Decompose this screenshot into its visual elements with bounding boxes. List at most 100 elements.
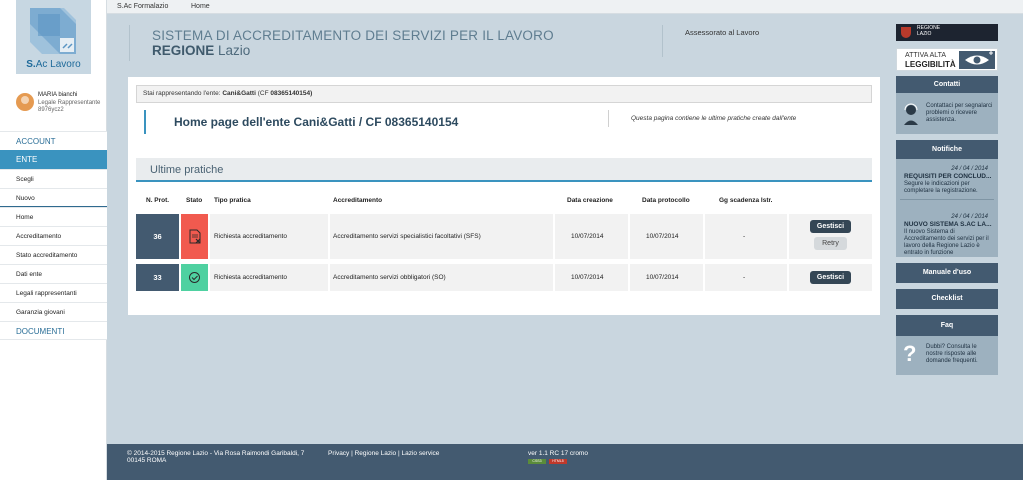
footer-copyright-line1: © 2014-2015 Regione Lazio - Via Rosa Rai… <box>127 450 305 457</box>
footer-version: ver 1.1 RC 17 cromo <box>528 450 588 457</box>
regione-crest-icon <box>901 27 911 38</box>
nav-documenti[interactable]: DOCUMENTI <box>0 321 107 340</box>
col-header-prot: N. Prot. <box>146 197 170 204</box>
document-error-icon <box>189 229 201 244</box>
row-tipo: Richiesta accreditamento <box>214 274 287 281</box>
home-link[interactable]: Home <box>191 3 210 10</box>
notification-divider <box>900 199 994 200</box>
row-data-creazione: 10/07/2014 <box>571 233 604 240</box>
regione-lazio-logo[interactable]: REGIONE LAZIO <box>896 24 998 41</box>
rep-cf-prefix: (CF <box>257 90 269 97</box>
notification-date: 24 / 04 / 2014 <box>951 214 988 220</box>
header-title-line1: SISTEMA DI ACCREDITAMENTO DEI SERVIZI PE… <box>152 28 554 43</box>
row-data-protocollo: 10/07/2014 <box>646 233 679 240</box>
section-ultime-pratiche: Ultime pratiche <box>136 158 872 182</box>
notifiche-header[interactable]: Notifiche <box>896 140 998 159</box>
assessorato-label: Assessorato al Lavoro <box>685 28 760 37</box>
row-tipo: Richiesta accreditamento <box>214 233 287 240</box>
col-header-scadenza: Gg scadenza Istr. <box>719 197 773 204</box>
contatti-text: Contattaci per segnalarci problemi o ric… <box>926 103 993 123</box>
footer-links[interactable]: Privacy | Regione Lazio | Lazio service <box>328 450 439 457</box>
logo-text: S.Ac Lavoro <box>26 59 81 70</box>
rep-prefix: Stai rappresentando l'ente: <box>143 90 221 97</box>
nav-ente[interactable]: ENTE <box>0 150 107 169</box>
gestisci-button[interactable]: Gestisci <box>810 271 851 284</box>
row-scadenza: - <box>743 233 746 240</box>
main-panel: Stai rappresentando l'ente: Cani&Gatti (… <box>128 77 880 315</box>
question-mark-icon: ? <box>903 341 917 366</box>
notifiche-panel[interactable]: 24 / 04 / 2014 REQUISITI PER CONCLUD... … <box>896 159 998 257</box>
row-data-creazione: 10/07/2014 <box>571 274 604 281</box>
user-role: Legale Rappresentante <box>38 100 101 106</box>
css3-badge: CSS3 <box>528 459 546 464</box>
nav-home[interactable]: Home <box>0 207 107 226</box>
row-accreditamento: Accreditamento servizi specialistici fac… <box>333 233 481 240</box>
row-cell-scadenza <box>705 264 787 291</box>
retry-button[interactable]: Retry <box>814 237 847 250</box>
col-header-accreditamento: Accreditamento <box>333 197 383 204</box>
html5-badge: HTML5 <box>549 459 567 464</box>
nav-scegli[interactable]: Scegli <box>0 169 107 188</box>
footer: © 2014-2015 Regione Lazio - Via Rosa Rai… <box>107 444 1023 480</box>
notification-date: 24 / 04 / 2014 <box>951 166 988 172</box>
page-title: Home page dell'ente Cani&Gatti / CF 0836… <box>144 110 608 134</box>
nav-account[interactable]: ACCOUNT <box>0 131 107 150</box>
checklist-button[interactable]: Checklist <box>896 289 998 309</box>
col-header-tipo: Tipo pratica <box>214 197 251 204</box>
nav-accreditamento[interactable]: Accreditamento <box>0 226 107 245</box>
row-accreditamento: Accreditamento servizi obbligatori (SO) <box>333 274 446 281</box>
notification-title[interactable]: REQUISITI PER CONCLUD... <box>904 173 991 180</box>
row-cell-scadenza <box>705 214 787 259</box>
top-breadcrumb-bar: S.Ac Formalazio Home <box>107 0 1023 14</box>
faq-header[interactable]: Faq <box>896 315 998 336</box>
check-circle-icon <box>189 272 200 283</box>
footer-copyright-line2: 00145 ROMA <box>127 457 167 464</box>
rep-name: Cani&Gatti <box>222 90 256 97</box>
row-status-error <box>181 214 208 259</box>
notification-title[interactable]: NUOVO SISTEMA S.AC LA... <box>904 221 992 228</box>
nav-garanzia-giovani[interactable]: Garanzia giovani <box>0 302 107 321</box>
col-header-data-protocollo: Data protocollo <box>642 197 690 204</box>
logo-icon <box>30 8 76 54</box>
col-header-data-creazione: Data creazione <box>567 197 613 204</box>
notification-body: Segure le indicazioni per completare la … <box>904 181 978 194</box>
eye-icon <box>959 51 995 69</box>
table-row: 36 Richiesta accreditamento Accreditamen… <box>136 214 872 259</box>
faq-text: Dubbi? Consulta le nostre risposte alle … <box>926 344 978 364</box>
user-profile[interactable]: MARIA bianchi Legale Rappresentante 8976… <box>16 92 106 120</box>
page-header: SISTEMA DI ACCREDITAMENTO DEI SERVIZI PE… <box>129 25 659 61</box>
row-status-ok <box>181 264 208 291</box>
alta-leggibilita-toggle[interactable]: ATTIVA ALTA LEGGIBILITÀ <box>896 48 998 71</box>
col-header-stato: Stato <box>186 197 203 204</box>
user-code: 8976ycz2 <box>38 107 64 113</box>
headset-icon <box>904 103 918 125</box>
representing-entity-bar: Stai rappresentando l'ente: Cani&Gatti (… <box>136 85 872 103</box>
header-title-line2: REGIONE Lazio <box>152 43 251 58</box>
faq-panel[interactable]: ? Dubbi? Consulta le nostre risposte all… <box>896 336 998 375</box>
nav-stato-accreditamento[interactable]: Stato accreditamento <box>0 245 107 264</box>
sidebar: S.Ac Lavoro MARIA bianchi Legale Rappres… <box>0 0 107 480</box>
alta-line1: ATTIVA ALTA <box>905 52 947 59</box>
contatti-header[interactable]: Contatti <box>896 76 998 93</box>
nav-legali-rappresentanti[interactable]: Legali rappresentanti <box>0 283 107 302</box>
app-name-link[interactable]: S.Ac Formalazio <box>117 3 168 10</box>
row-prot-number: 36 <box>136 214 179 259</box>
row-scadenza: - <box>743 274 746 281</box>
manuale-button[interactable]: Manuale d'uso <box>896 263 998 283</box>
row-prot-number: 33 <box>136 264 179 291</box>
rep-cf: 08365140154) <box>270 90 313 97</box>
nav-dati-ente[interactable]: Dati ente <box>0 264 107 283</box>
user-name: MARIA bianchi <box>38 92 78 98</box>
notification-body: Il nuovo Sistema di Accreditamento dei s… <box>904 229 989 256</box>
sidebar-nav: ACCOUNT ENTE Scegli Nuovo Home Accredita… <box>0 131 107 340</box>
sac-lavoro-logo[interactable]: S.Ac Lavoro <box>16 0 91 74</box>
header-divider <box>662 25 663 57</box>
gestisci-button[interactable]: Gestisci <box>810 220 851 233</box>
regione-logo-text: REGIONE LAZIO <box>917 25 941 37</box>
title-divider <box>608 110 609 127</box>
nav-nuovo[interactable]: Nuovo <box>0 188 107 207</box>
page-note: Questa pagina contiene le ultime pratich… <box>631 115 797 122</box>
contatti-panel[interactable]: Contattaci per segnalarci problemi o ric… <box>896 93 998 134</box>
alta-line2: LEGGIBILITÀ <box>905 60 956 69</box>
table-row: 33 Richiesta accreditamento Accreditamen… <box>136 264 872 291</box>
